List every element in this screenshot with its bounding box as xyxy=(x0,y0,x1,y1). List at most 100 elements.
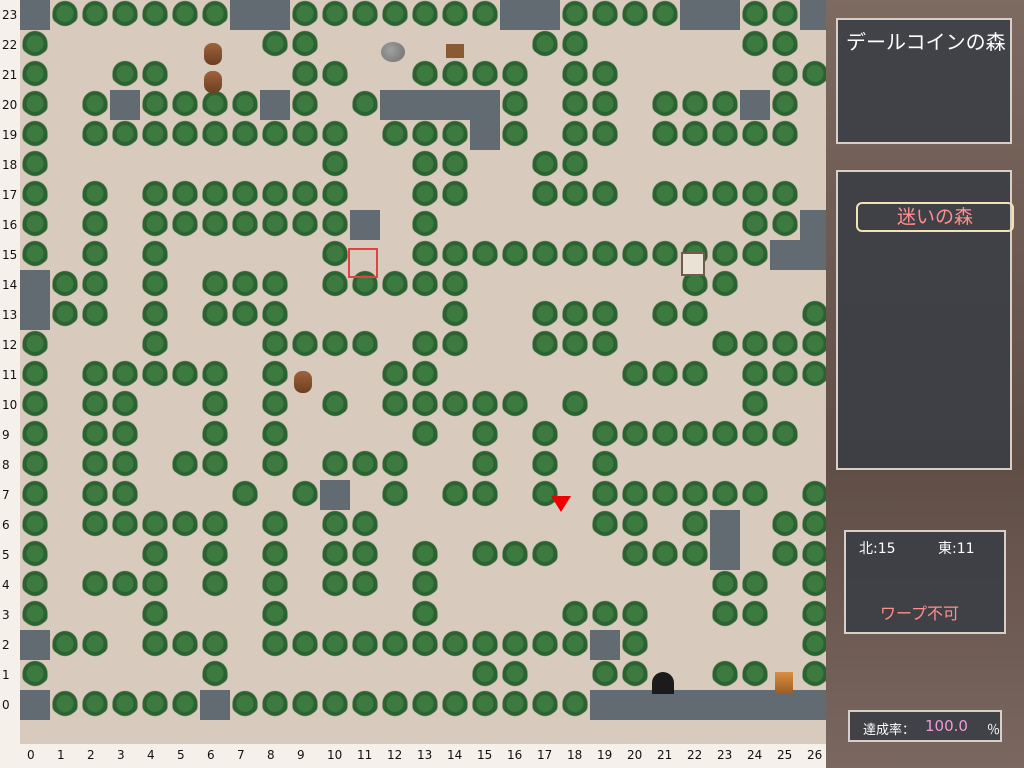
path-tile xyxy=(380,300,410,330)
tree-tile xyxy=(230,270,260,300)
x-axis-label: 17 xyxy=(537,748,553,762)
tree-tile xyxy=(560,330,590,360)
tree-tile xyxy=(680,180,710,210)
tree-tile xyxy=(50,630,80,660)
tree-tile xyxy=(140,60,170,90)
path-tile xyxy=(560,210,590,240)
path-tile xyxy=(380,210,410,240)
tree-tile xyxy=(170,90,200,120)
path-tile xyxy=(260,240,290,270)
path-tile xyxy=(680,570,710,600)
path-tile xyxy=(530,60,560,90)
tree-tile xyxy=(740,180,770,210)
tree-tile xyxy=(620,420,650,450)
tree-tile xyxy=(20,120,50,150)
wall-tile xyxy=(740,90,770,120)
path-tile xyxy=(530,600,560,630)
tree-tile xyxy=(320,690,350,720)
wall-tile xyxy=(350,210,380,240)
tree-tile xyxy=(710,660,740,690)
path-tile xyxy=(110,660,140,690)
path-tile xyxy=(650,630,680,660)
path-tile xyxy=(470,600,500,630)
tree-tile xyxy=(410,600,440,630)
path-tile xyxy=(680,600,710,630)
path-tile xyxy=(110,210,140,240)
path-tile xyxy=(380,150,410,180)
tree-tile xyxy=(20,660,50,690)
path-tile xyxy=(170,60,200,90)
path-tile xyxy=(50,420,80,450)
path-tile xyxy=(50,360,80,390)
path-tile xyxy=(230,330,260,360)
tree-tile xyxy=(320,450,350,480)
tree-tile xyxy=(350,90,380,120)
tree-tile xyxy=(380,480,410,510)
path-tile xyxy=(170,480,200,510)
tree-tile xyxy=(650,360,680,390)
tree-tile xyxy=(140,570,170,600)
path-tile xyxy=(770,300,800,330)
path-tile xyxy=(560,420,590,450)
tree-tile xyxy=(380,120,410,150)
wall-tile xyxy=(380,90,410,120)
path-tile xyxy=(650,450,680,480)
path-tile xyxy=(290,420,320,450)
path-tile xyxy=(290,660,320,690)
path-tile xyxy=(140,30,170,60)
path-tile xyxy=(500,330,530,360)
tree-tile xyxy=(410,150,440,180)
tree-tile xyxy=(620,600,650,630)
tree-tile xyxy=(410,330,440,360)
area-name: デールコインの森 xyxy=(846,30,1006,54)
map-grid[interactable] xyxy=(20,0,830,744)
path-tile xyxy=(380,330,410,360)
tree-tile xyxy=(140,270,170,300)
path-tile xyxy=(530,570,560,600)
tree-tile xyxy=(740,600,770,630)
path-tile xyxy=(650,510,680,540)
path-tile xyxy=(680,30,710,60)
path-tile xyxy=(350,150,380,180)
path-tile xyxy=(230,390,260,420)
tree-tile xyxy=(110,510,140,540)
x-axis-label: 4 xyxy=(147,748,155,762)
tree-tile xyxy=(560,150,590,180)
tree-tile xyxy=(440,150,470,180)
x-axis-label: 23 xyxy=(717,748,733,762)
path-tile xyxy=(680,390,710,420)
path-tile xyxy=(560,570,590,600)
tree-tile xyxy=(20,450,50,480)
tree-tile xyxy=(260,300,290,330)
tree-tile xyxy=(620,660,650,690)
path-tile xyxy=(140,480,170,510)
path-tile xyxy=(740,630,770,660)
path-tile xyxy=(710,60,740,90)
tree-tile xyxy=(770,0,800,30)
path-tile xyxy=(110,600,140,630)
tree-tile xyxy=(500,90,530,120)
path-tile xyxy=(470,180,500,210)
tree-tile xyxy=(260,420,290,450)
tree-tile xyxy=(410,60,440,90)
tree-tile xyxy=(80,690,110,720)
path-tile xyxy=(380,660,410,690)
tree-tile xyxy=(590,120,620,150)
path-tile xyxy=(440,420,470,450)
path-tile xyxy=(440,510,470,540)
tree-tile xyxy=(200,570,230,600)
tree-tile xyxy=(410,690,440,720)
path-tile xyxy=(740,450,770,480)
wall-tile xyxy=(710,690,740,720)
path-tile xyxy=(350,30,380,60)
tree-tile xyxy=(260,510,290,540)
path-tile xyxy=(680,450,710,480)
tree-tile xyxy=(320,120,350,150)
path-tile xyxy=(500,150,530,180)
x-axis-label: 9 xyxy=(297,748,305,762)
tree-tile xyxy=(740,360,770,390)
wall-tile xyxy=(590,630,620,660)
tree-tile xyxy=(260,210,290,240)
tree-tile xyxy=(500,120,530,150)
path-tile xyxy=(380,180,410,210)
